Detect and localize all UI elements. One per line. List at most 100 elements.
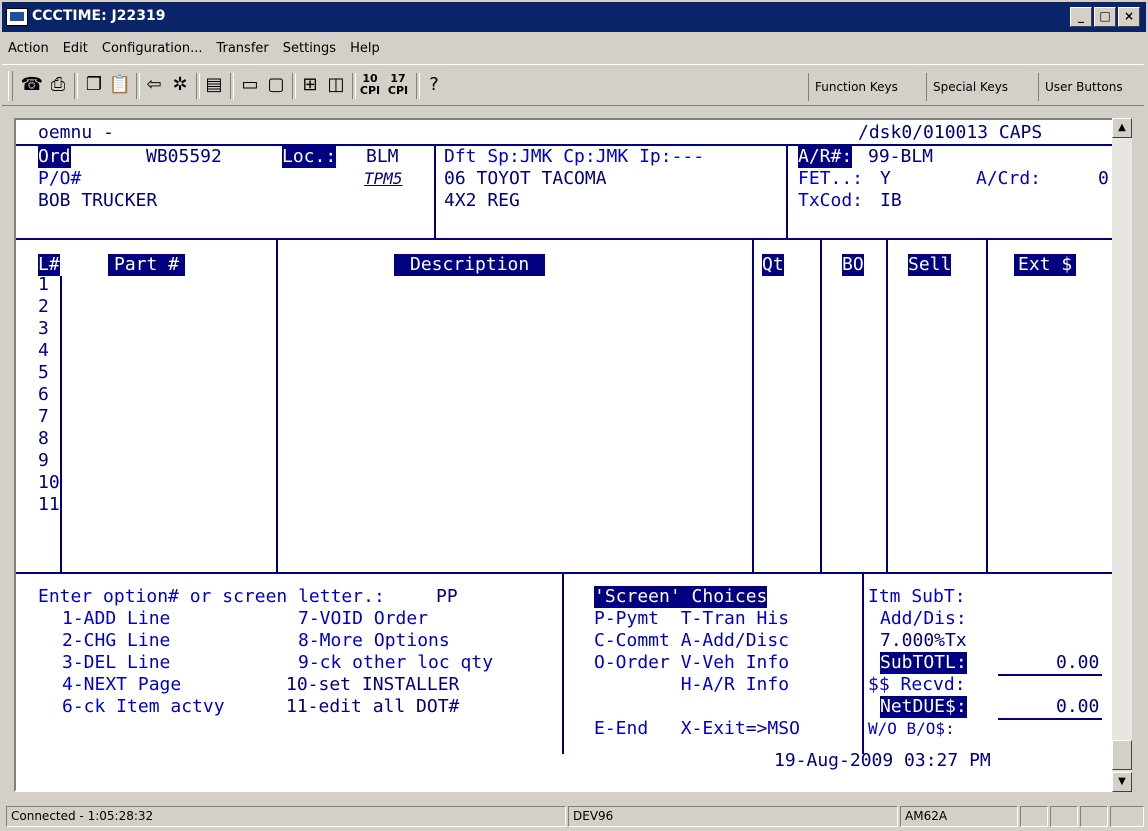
terminal-window: CCCTIME: J22319 _ □ × Action Edit Config… [0, 0, 1148, 831]
divider [434, 146, 436, 238]
minimize-button[interactable]: _ [1070, 7, 1092, 27]
line-number[interactable]: 7 [38, 406, 49, 428]
special-keys-button[interactable]: Special Keys [926, 73, 1014, 101]
datetime: 19-Aug-2009 03:27 PM [774, 750, 991, 771]
option-set-installer[interactable]: 10-set INSTALLER [286, 674, 459, 696]
divider [562, 574, 564, 754]
option-ck-other-loc[interactable]: 9-ck other loc qty [298, 652, 493, 674]
subtotl-label: SubTOTL: [880, 652, 967, 674]
properties-icon[interactable]: ▤ [202, 73, 226, 97]
copy-icon[interactable]: ❐ [82, 73, 106, 97]
wo-bo-label: W/O B/O$: [868, 719, 955, 738]
cpi-10-icon[interactable]: 10 CPI [358, 73, 382, 97]
txcod-label: TxCod: [798, 190, 864, 211]
resize-grip[interactable] [1110, 806, 1144, 827]
menu-edit[interactable]: Edit [63, 41, 88, 56]
menu-bar: Action Edit Configuration... Transfer Se… [2, 35, 380, 61]
option-ck-item-actvy[interactable]: 6-ck Item actvy [62, 696, 225, 718]
divider [998, 718, 1102, 720]
line-number[interactable]: 11 [38, 494, 60, 516]
toolbar-separator [74, 73, 78, 99]
fit-screen-icon[interactable]: ⊞ [298, 73, 322, 97]
line-number[interactable]: 9 [38, 450, 49, 472]
choice-end-exit[interactable]: E-End X-Exit=>MSO [594, 718, 800, 740]
menu-transfer[interactable]: Transfer [216, 41, 268, 56]
user-buttons-button[interactable]: User Buttons [1038, 73, 1129, 101]
menu-configuration[interactable]: Configuration... [102, 41, 203, 56]
acrd-value: 0 [1098, 168, 1109, 189]
function-keys-button[interactable]: Function Keys [808, 73, 904, 101]
divider [820, 240, 822, 572]
subtotl-value: 0.00 [1056, 652, 1100, 673]
ord-value: WB05592 [146, 146, 222, 167]
line-number[interactable]: 5 [38, 362, 49, 384]
status-bar: Connected - 1:05:28:32 DEV96 AM62A [2, 804, 1146, 829]
option-void-order[interactable]: 7-VOID Order [298, 608, 428, 630]
menu-help[interactable]: Help [350, 41, 380, 56]
line-number[interactable]: 10 [38, 472, 60, 494]
prompt-input[interactable]: PP [436, 586, 458, 608]
scroll-up-icon[interactable]: ▲ [1112, 118, 1132, 138]
toolbar-separator [196, 73, 200, 99]
option-edit-dot[interactable]: 11-edit all DOT# [286, 696, 459, 718]
host-status: DEV96 [568, 806, 898, 827]
add-dis-label: Add/Dis: [880, 608, 967, 629]
toolbar-separator [416, 73, 420, 99]
back-arrow-icon[interactable]: ⇦ [142, 73, 166, 97]
divider [276, 240, 278, 572]
paste-icon[interactable]: 📋 [108, 73, 132, 97]
run-macro-icon[interactable]: ✲ [168, 73, 192, 97]
line-number[interactable]: 2 [38, 296, 49, 318]
option-del-line[interactable]: 3-DEL Line [62, 652, 170, 674]
toolbar-separator [352, 73, 356, 99]
toolbar-grip[interactable] [8, 71, 13, 101]
maximize-button[interactable]: □ [1094, 7, 1116, 27]
choice-commt-add[interactable]: C-Commt A-Add/Disc [594, 630, 789, 652]
fet-value: Y [880, 168, 891, 189]
option-chg-line[interactable]: 2-CHG Line [62, 630, 170, 652]
cpi-17-icon[interactable]: 17 CPI [386, 73, 410, 97]
vertical-scrollbar[interactable]: ▲ ▼ [1112, 118, 1132, 792]
divider [886, 240, 888, 572]
divider [752, 240, 754, 572]
line-number[interactable]: 1 [38, 274, 49, 296]
col-part-num: Part # [108, 254, 186, 276]
new-session-icon[interactable]: ▭ [238, 73, 262, 97]
menu-action[interactable]: Action [8, 41, 49, 56]
divider [16, 572, 1128, 574]
window-title: CCCTIME: J22319 [32, 8, 166, 24]
ar-label: A/R#: [798, 146, 853, 168]
help-icon[interactable]: ? [422, 73, 446, 97]
line-number[interactable]: 8 [38, 428, 49, 450]
option-add-line[interactable]: 1-ADD Line [62, 608, 170, 630]
terminal-type: AM62A [900, 806, 1018, 827]
ar-value: 99-BLM [868, 146, 934, 167]
customer-name: BOB TRUCKER [38, 190, 158, 211]
option-next-page[interactable]: 4-NEXT Page [62, 674, 181, 696]
vehicle-detail: 4X2 REG [444, 190, 520, 211]
connect-icon[interactable]: ☎ [20, 73, 44, 97]
line-number[interactable]: 3 [38, 318, 49, 340]
scroll-thumb[interactable] [1112, 740, 1132, 770]
close-button[interactable]: × [1118, 7, 1140, 27]
option-more-options[interactable]: 8-More Options [298, 630, 450, 652]
divider [786, 146, 788, 238]
loc-value: BLM [366, 146, 399, 167]
open-session-icon[interactable]: ▢ [264, 73, 288, 97]
col-ext: Ext $ [1014, 254, 1077, 276]
divider [60, 276, 62, 572]
choice-ar-info[interactable]: H-A/R Info [594, 674, 789, 696]
line-number[interactable]: 6 [38, 384, 49, 406]
line-number[interactable]: 4 [38, 340, 49, 362]
po-label: P/O# [38, 168, 82, 189]
choice-order-veh[interactable]: O-Order V-Veh Info [594, 652, 789, 674]
print-icon[interactable]: ⎙ [46, 73, 70, 97]
acrd-label: A/Crd: [976, 168, 1042, 189]
choice-pymt-tran[interactable]: P-Pymt T-Tran His [594, 608, 789, 630]
menu-settings[interactable]: Settings [283, 41, 336, 56]
scroll-down-icon[interactable]: ▼ [1112, 772, 1132, 792]
recvd-label: $$ Recvd: [868, 674, 966, 695]
window-icon[interactable]: ◫ [324, 73, 348, 97]
terminal-screen[interactable]: oemnu - /dsk0/010013 CAPS Ord WB05592 Lo… [14, 118, 1130, 792]
loc-label: Loc.: [282, 146, 337, 168]
